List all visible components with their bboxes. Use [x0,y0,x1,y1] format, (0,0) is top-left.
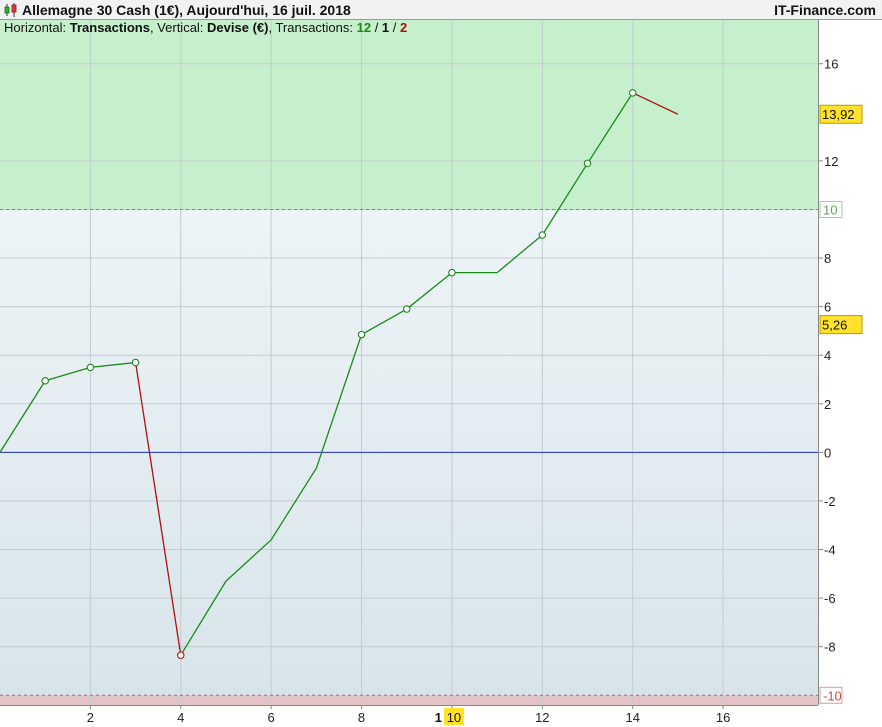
trade-point [402,305,411,313]
y-tick-label: -2 [824,494,836,509]
losing-count: 2 [400,20,408,35]
y-tick-label: 16 [824,57,838,72]
x-tick-label: 14 [625,710,639,725]
trade-point [41,376,49,385]
y-tick-label: 4 [824,348,831,363]
x-axis: 2 4 6 8 1 10 12 14 16 [87,705,730,725]
upper-threshold-zone [0,20,818,210]
upper-threshold-label: 10 [823,202,837,217]
y-tick-label: -8 [824,640,836,655]
trade-point [628,89,637,97]
y-tick-label: -6 [824,591,836,606]
equity-curve-chart: -8 -6 -4 -2 0 2 4 6 8 12 16 2 4 6 8 1 10 12 14 16 10 -10 13,… [0,20,863,725]
y-tick-label: 12 [824,154,838,169]
x-tick-label: 2 [87,710,94,725]
x-tick-label: 12 [535,710,549,725]
trade-point [177,651,185,659]
x-tick-label: 4 [177,710,184,725]
x-tick-label: 16 [716,710,730,725]
y-tick-label: 2 [824,397,831,412]
x-tick-label: 8 [358,710,365,725]
candlestick-icon [4,3,17,17]
lower-threshold-zone [0,695,818,705]
trade-point [538,231,547,239]
y-tick-label: 6 [824,300,831,315]
x-highlight-prefix: 1 [435,710,442,725]
trade-point [131,358,140,367]
y-tick-label: 0 [824,445,831,460]
vertical-value: Devise (€) [207,20,269,35]
horizontal-value: Transactions [69,20,150,35]
price-badge-label: 13,92 [822,107,855,122]
winning-count: 12 [356,20,372,35]
chart-subtitle: Horizontal: Transactions, Vertical: Devi… [4,20,407,35]
vertical-prefix: , Vertical: [149,20,208,35]
x-tick-label: 10 [447,710,461,725]
trade-point [357,330,366,339]
trade-point [448,268,456,277]
brand-label[interactable]: IT-Finance.com [774,2,876,18]
trade-point [583,159,592,168]
transactions-prefix: , Transactions: [268,20,357,35]
price-badge-label: 5,26 [822,318,847,333]
y-tick-label: -4 [824,543,836,558]
chart-title: Allemagne 30 Cash (1€), Aujourd'hui, 16 … [22,2,351,18]
y-axis: -8 -6 -4 -2 0 2 4 6 8 12 16 [818,57,838,655]
chart-window: Allemagne 30 Cash (1€), Aujourd'hui, 16 … [0,0,882,727]
separator: / [389,20,400,35]
horizontal-prefix: Horizontal: [4,20,70,35]
lower-threshold-label: -10 [823,688,842,703]
separator: / [371,20,382,35]
title-bar: Allemagne 30 Cash (1€), Aujourd'hui, 16 … [0,0,882,20]
x-tick-label: 6 [268,710,275,725]
trade-point [86,363,95,372]
y-tick-label: 8 [824,251,831,266]
